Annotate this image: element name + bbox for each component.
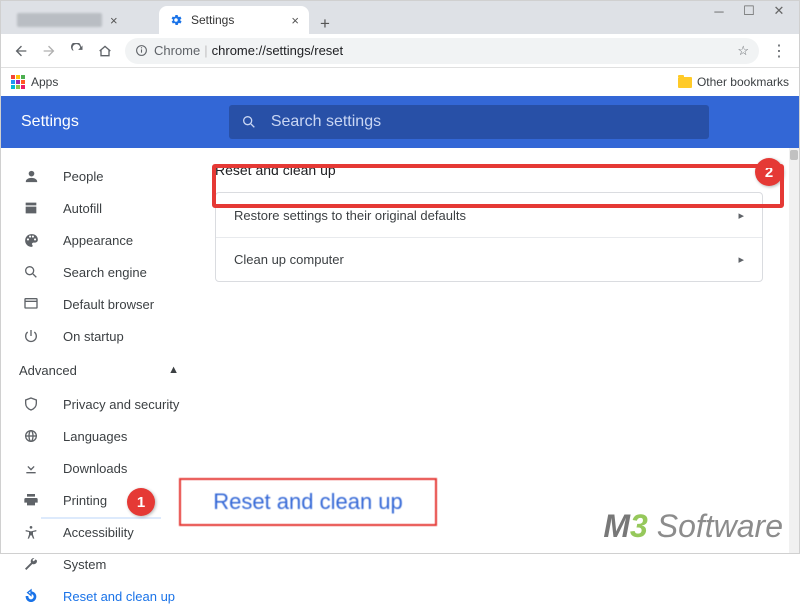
sidebar-item-accessibility[interactable]: Accessibility [1, 516, 197, 548]
apps-label[interactable]: Apps [31, 75, 58, 89]
apps-icon[interactable] [11, 75, 25, 89]
address-bar[interactable]: Chrome | chrome://settings/reset ☆ [125, 38, 759, 64]
bookmarks-bar: Apps Other bookmarks [1, 68, 799, 96]
sidebar-item-label: Default browser [63, 297, 154, 312]
sidebar-section-advanced[interactable]: Advanced ▲ [1, 352, 197, 388]
sidebar-item-privacy[interactable]: Privacy and security [1, 388, 197, 420]
gear-icon [169, 13, 183, 27]
back-button[interactable] [7, 37, 35, 65]
sidebar-item-printing[interactable]: Printing [1, 484, 197, 516]
forward-button[interactable] [35, 37, 63, 65]
close-icon[interactable]: ✕ [773, 5, 785, 17]
row-label: Restore settings to their original defau… [234, 208, 466, 223]
annotation-highlight-box [212, 164, 784, 208]
annotation-underline [41, 517, 161, 519]
palette-icon [23, 232, 43, 249]
sidebar-item-appearance[interactable]: Appearance [1, 224, 197, 256]
browser-toolbar: Chrome | chrome://settings/reset ☆ ⋮ [1, 34, 799, 68]
annotation-callout: Reset and clean up [179, 478, 437, 526]
url-scheme-label: Chrome [154, 43, 200, 58]
sidebar-item-reset[interactable]: Reset and clean up [1, 580, 197, 612]
advanced-label: Advanced [19, 363, 77, 378]
clean-up-computer-row[interactable]: Clean up computer ▸ [216, 237, 762, 281]
sidebar-item-label: Autofill [63, 201, 102, 216]
autofill-icon [23, 200, 43, 216]
download-icon [23, 460, 43, 476]
tab-title-blurred [17, 13, 102, 27]
folder-icon [678, 77, 692, 88]
tab-strip: × Settings × + [1, 1, 799, 34]
sidebar-item-label: Search engine [63, 265, 147, 280]
sidebar-item-autofill[interactable]: Autofill [1, 192, 197, 224]
new-tab-button[interactable]: + [311, 14, 339, 34]
sidebar-item-label: Downloads [63, 461, 127, 476]
power-icon [23, 328, 43, 344]
chevron-up-icon: ▲ [168, 364, 179, 376]
globe-icon [23, 428, 43, 444]
person-icon [23, 168, 43, 185]
sidebar-item-label: Privacy and security [63, 397, 179, 412]
sidebar-item-system[interactable]: System [1, 548, 197, 580]
site-info-icon[interactable] [135, 44, 148, 57]
browser-menu-button[interactable]: ⋮ [765, 37, 793, 65]
minimize-icon[interactable]: ─ [713, 5, 725, 17]
accessibility-icon [23, 524, 43, 540]
sidebar-item-downloads[interactable]: Downloads [1, 452, 197, 484]
chevron-right-icon: ▸ [738, 209, 744, 222]
search-icon [241, 114, 257, 130]
home-button[interactable] [91, 37, 119, 65]
other-bookmarks-label[interactable]: Other bookmarks [697, 75, 789, 89]
sidebar-item-default-browser[interactable]: Default browser [1, 288, 197, 320]
sidebar-item-label: Printing [63, 493, 107, 508]
sidebar-item-label: System [63, 557, 106, 572]
tab-inactive[interactable]: × [7, 6, 157, 34]
window-controls: ─ ☐ ✕ [713, 1, 799, 17]
row-label: Clean up computer [234, 252, 344, 267]
sidebar-item-people[interactable]: People [1, 160, 197, 192]
watermark: M3 Software [603, 508, 783, 545]
print-icon [23, 492, 43, 508]
page-title: Settings [21, 113, 79, 131]
bookmark-star-icon[interactable]: ☆ [737, 43, 749, 59]
url-text: chrome://settings/reset [212, 43, 738, 58]
settings-header: Settings Search settings [1, 96, 799, 148]
search-placeholder: Search settings [271, 113, 381, 131]
annotation-badge-1: 1 [127, 488, 155, 516]
settings-sidebar: People Autofill Appearance Search engine… [1, 148, 197, 553]
sidebar-item-label: People [63, 169, 103, 184]
wrench-icon [23, 556, 43, 572]
sidebar-item-label: On startup [63, 329, 124, 344]
sidebar-item-languages[interactable]: Languages [1, 420, 197, 452]
tab-title: Settings [191, 13, 283, 27]
browser-icon [23, 296, 43, 312]
scrollbar-thumb[interactable] [790, 150, 798, 160]
search-icon [23, 264, 43, 280]
chevron-right-icon: ▸ [738, 253, 744, 266]
shield-icon [23, 396, 43, 412]
sidebar-item-label: Languages [63, 429, 127, 444]
sidebar-item-on-startup[interactable]: On startup [1, 320, 197, 352]
sidebar-item-label: Reset and clean up [63, 589, 175, 604]
scrollbar-track[interactable] [789, 148, 799, 553]
reload-button[interactable] [63, 37, 91, 65]
close-tab-icon[interactable]: × [110, 13, 118, 28]
search-settings-input[interactable]: Search settings [229, 105, 709, 139]
maximize-icon[interactable]: ☐ [743, 5, 755, 17]
sidebar-item-label: Accessibility [63, 525, 134, 540]
tab-settings[interactable]: Settings × [159, 6, 309, 34]
restore-icon [23, 588, 43, 604]
close-tab-icon[interactable]: × [291, 13, 299, 28]
sidebar-item-label: Appearance [63, 233, 133, 248]
sidebar-item-search-engine[interactable]: Search engine [1, 256, 197, 288]
